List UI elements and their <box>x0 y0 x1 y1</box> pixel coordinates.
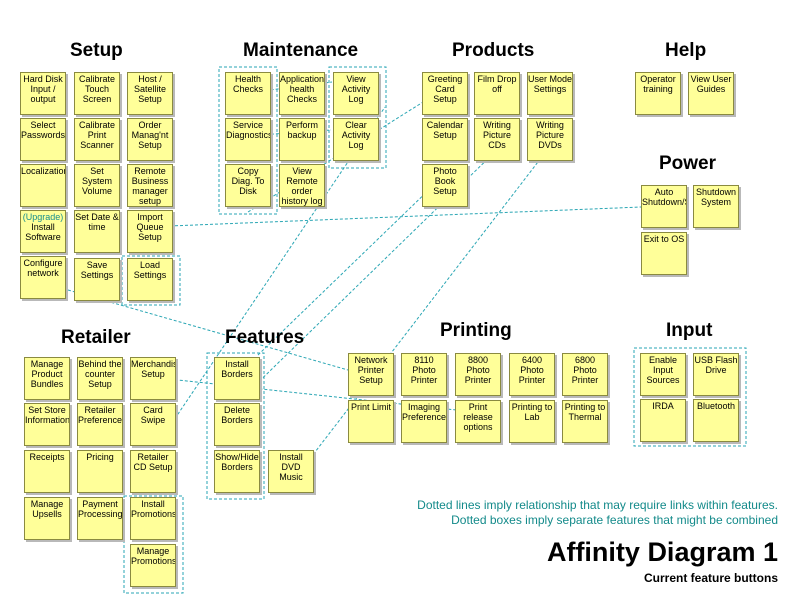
note-view-remote-order-history: View Remote order history log <box>279 164 325 207</box>
note-film-drop-off: Film Drop off <box>474 72 520 115</box>
note-calibrate-touch-screen: Calibrate Touch Screen <box>74 72 120 115</box>
note-host-satellite-setup: Host / Satellite Setup <box>127 72 173 115</box>
group-title-retailer: Retailer <box>61 327 131 348</box>
note-exit-to-os: Exit to OS <box>641 232 687 275</box>
note-order-management-setup: Order Manag'nt Setup <box>127 118 173 161</box>
note-retailer-cd-setup: Retailer CD Setup <box>130 450 176 493</box>
note-install-borders: Install Borders <box>214 357 260 400</box>
note-retailer-preferences: Retailer Preferences <box>77 403 123 446</box>
note-install-promotions: Install Promotions <box>130 497 176 540</box>
note-perform-backup: Perform backup <box>279 118 325 161</box>
note-install-software: (Upgrade) Install Software <box>20 210 66 253</box>
note-shutdown-system: Shutdown System <box>693 185 739 228</box>
note-operator-training: Operator training <box>635 72 681 115</box>
note-clear-activity-log: Clear Activity Log <box>333 118 379 161</box>
note-imaging-preferences: Imaging Preferences <box>401 400 447 443</box>
note-manage-upsells: Manage Upsells <box>24 497 70 540</box>
note-merchandising-setup: Merchandising Setup <box>130 357 176 400</box>
note-receipts: Receipts <box>24 450 70 493</box>
note-hard-disk-io: Hard Disk Input / output <box>20 72 66 115</box>
note-greeting-card-setup: Greeting Card Setup <box>422 72 468 115</box>
note-copy-diag-to-disk: Copy Diag. To Disk <box>225 164 271 207</box>
note-select-passwords: Select Passwords <box>20 118 66 161</box>
note-irda: IRDA <box>640 399 686 442</box>
note-pricing: Pricing <box>77 450 123 493</box>
note-8800-photo-printer: 8800 Photo Printer <box>455 353 501 396</box>
note-payment-processing: Payment Processing <box>77 497 123 540</box>
note-delete-borders: Delete Borders <box>214 403 260 446</box>
note-bluetooth: Bluetooth <box>693 399 739 442</box>
note-behind-the-counter-setup: Behind the counter Setup <box>77 357 123 400</box>
note-photo-book-setup: Photo Book Setup <box>422 164 468 207</box>
note-set-store-information: Set Store Information <box>24 403 70 446</box>
note-printing-to-thermal: Printing to Thermal <box>562 400 608 443</box>
legend-dotted-boxes: Dotted boxes imply separate features tha… <box>451 513 778 527</box>
note-printing-to-lab: Printing to Lab <box>509 400 555 443</box>
group-title-printing: Printing <box>440 320 512 341</box>
note-install-software-label: Install Software <box>25 222 61 242</box>
note-usb-flash-drive: USB Flash Drive <box>693 353 739 396</box>
note-application-health-checks: Application health Checks <box>279 72 325 115</box>
note-calendar-setup: Calendar Setup <box>422 118 468 161</box>
note-view-user-guides: View User Guides <box>688 72 734 115</box>
group-title-setup: Setup <box>70 40 123 61</box>
note-load-settings: Load Settings <box>127 258 173 301</box>
legend-dotted-lines: Dotted lines imply relationship that may… <box>417 498 778 512</box>
note-auto-shutdown-startup: Auto Shutdown/Startup <box>641 185 687 228</box>
note-manage-product-bundles: Manage Product Bundles <box>24 357 70 400</box>
note-show-hide-borders: Show/Hide Borders <box>214 450 260 493</box>
note-6400-photo-printer: 6400 Photo Printer <box>509 353 555 396</box>
note-writing-picture-dvds: Writing Picture DVDs <box>527 118 573 161</box>
note-manage-promotions: Manage Promotions <box>130 544 176 587</box>
note-import-queue-setup: Import Queue Setup <box>127 210 173 253</box>
note-localization: Localization <box>20 164 66 207</box>
upgrade-tag: (Upgrade) <box>22 212 64 222</box>
note-enable-input-sources: Enable Input Sources <box>640 353 686 396</box>
link-import-auto-shutdown <box>169 206 642 227</box>
group-title-help: Help <box>665 40 707 61</box>
note-configure-network: Configure network <box>20 256 66 299</box>
note-card-swipe: Card Swipe <box>130 403 176 446</box>
note-8110-photo-printer: 8110 Photo Printer <box>401 353 447 396</box>
note-save-settings: Save Settings <box>74 258 120 301</box>
note-remote-business-manager: Remote Business manager setup <box>127 164 173 207</box>
group-title-input: Input <box>666 320 713 341</box>
diagram-title: Affinity Diagram 1 <box>546 537 778 567</box>
note-calibrate-print-scanner: Calibrate Print Scanner <box>74 118 120 161</box>
note-print-limit: Print Limit <box>348 400 394 443</box>
group-title-maintenance: Maintenance <box>243 40 359 61</box>
group-title-features: Features <box>225 327 305 348</box>
diagram-subtitle: Current feature buttons <box>643 571 778 585</box>
note-view-activity-log: View Activity Log <box>333 72 379 115</box>
note-6800-photo-printer: 6800 Photo Printer <box>562 353 608 396</box>
group-title-power: Power <box>659 153 717 174</box>
note-user-mode-settings: User Mode Settings <box>527 72 573 115</box>
note-set-date-time: Set Date & time <box>74 210 120 253</box>
group-title-products: Products <box>452 40 535 61</box>
note-install-dvd-music: Install DVD Music <box>268 450 314 493</box>
note-service-diagnostics: Service Diagnostics <box>225 118 271 161</box>
note-set-system-volume: Set System Volume <box>74 164 120 207</box>
note-network-printer-setup: Network Printer Setup <box>348 353 394 396</box>
note-writing-picture-cds: Writing Picture CDs <box>474 118 520 161</box>
note-health-checks: Health Checks <box>225 72 271 115</box>
note-print-release-options: Print release options <box>455 400 501 443</box>
